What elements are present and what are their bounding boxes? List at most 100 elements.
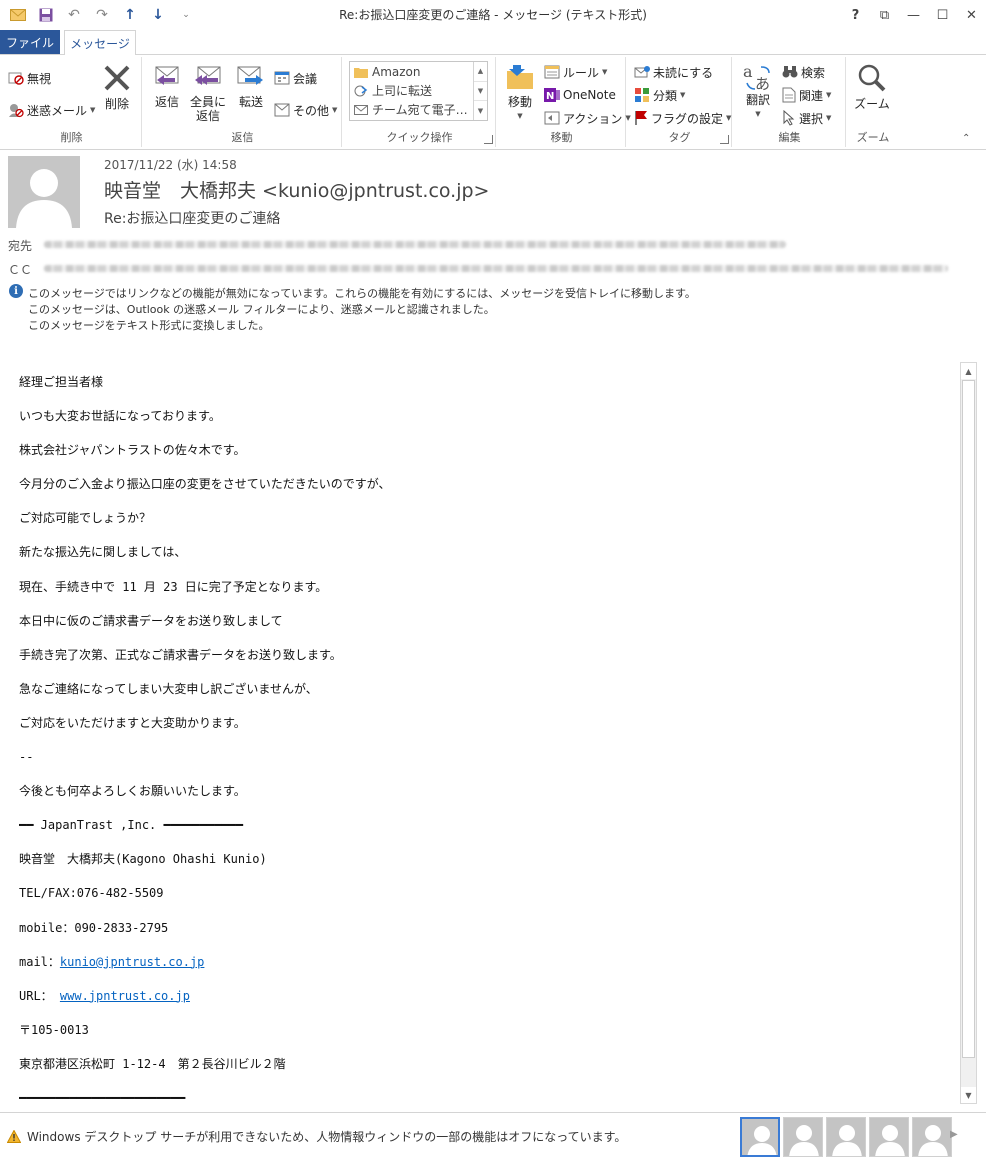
sender-avatar[interactable]: [8, 156, 80, 228]
onenote-button[interactable]: N OneNote: [544, 84, 616, 106]
next-item-icon[interactable]: ↓: [148, 5, 168, 25]
reply-icon: [152, 63, 182, 91]
actions-button[interactable]: アクション ▼: [544, 107, 631, 129]
undo-icon[interactable]: ↶: [64, 5, 84, 25]
message-body: 経理ご担当者様 いつも大変お世話になっております。 株式会社ジャパントラストの佐…: [0, 340, 986, 1112]
quick-steps-up-arrow[interactable]: ▲: [474, 62, 487, 82]
people-pane: [740, 1117, 952, 1157]
quick-step-team-email[interactable]: チーム宛て電子…: [350, 100, 487, 119]
cursor-icon: [782, 110, 796, 126]
meeting-label: 会議: [293, 71, 318, 86]
tags-launcher[interactable]: [720, 135, 729, 144]
onenote-icon: N: [544, 87, 560, 103]
delete-button[interactable]: 削除: [100, 63, 134, 111]
body-address-line: 東京都港区浜松町 1-12-4 第２長谷川ビル２階: [19, 1056, 286, 1071]
categorize-button[interactable]: 分類 ▼: [634, 84, 685, 106]
forward-to-manager-icon: [354, 85, 368, 97]
ribbon-display-options-button[interactable]: ⧉: [870, 0, 899, 30]
tab-message[interactable]: メッセージ: [64, 30, 136, 55]
subject: Re:お振込口座変更のご連絡: [104, 211, 281, 227]
find-label: 検索: [801, 65, 826, 80]
quick-steps-launcher[interactable]: [484, 135, 493, 144]
body-line: いつも大変お世話になっております。: [19, 409, 221, 424]
meeting-button[interactable]: 会議: [274, 67, 317, 89]
title-bar: ↶ ↷ ↑ ↓ ⌄ Re:お振込口座変更のご連絡 - メッセージ (テキスト形式…: [0, 0, 986, 30]
person-avatar[interactable]: [783, 1117, 823, 1157]
related-label: 関連: [799, 88, 824, 103]
reply-all-button[interactable]: 全員に 返信: [188, 63, 228, 123]
categorize-label: 分類: [653, 88, 678, 103]
person-avatar[interactable]: [869, 1117, 909, 1157]
actions-icon: [544, 111, 560, 125]
scroll-up-arrow[interactable]: ▲: [961, 363, 976, 379]
find-button[interactable]: 検索: [782, 61, 825, 83]
maximize-button[interactable]: ☐: [928, 0, 957, 30]
sender[interactable]: 映音堂 大橋邦夫 <kunio@jpntrust.co.jp>: [104, 176, 489, 203]
quick-steps-group-label: クイック操作: [386, 131, 453, 144]
quick-step-forward-boss[interactable]: 上司に転送: [350, 81, 487, 100]
quick-steps-down-arrow[interactable]: ▼: [474, 82, 487, 102]
svg-text:a: a: [743, 62, 753, 81]
select-button[interactable]: 選択 ▼: [782, 107, 831, 129]
meeting-icon: [274, 70, 290, 86]
svg-text:N: N: [546, 91, 554, 102]
follow-up-button[interactable]: フラグの設定 ▼: [634, 107, 731, 129]
more-respond-button[interactable]: その他 ▼: [274, 99, 337, 121]
info-junk-filter: このメッセージは、Outlook の迷惑メール フィルターにより、迷惑メールと認…: [28, 303, 495, 316]
move-group-label: 移動: [550, 131, 573, 144]
quick-steps-more-arrow[interactable]: ▼: [474, 101, 487, 120]
customize-qat-icon[interactable]: ⌄: [176, 5, 196, 25]
person-avatar[interactable]: [912, 1117, 952, 1157]
translate-button[interactable]: aあ 翻訳 ▼: [738, 61, 778, 121]
help-button[interactable]: ?: [841, 0, 870, 30]
save-icon[interactable]: [36, 5, 56, 25]
rules-icon: [544, 65, 560, 79]
dropdown-arrow-icon: ▼: [826, 114, 832, 122]
redo-icon[interactable]: ↷: [92, 5, 112, 25]
body-url-line: URL： www.jpntrust.co.jp: [19, 988, 949, 1022]
delete-group: 無視 迷惑メール ▼ 削除 削除: [2, 57, 142, 147]
body-line: 株式会社ジャパントラストの佐々木です。: [19, 443, 246, 458]
info-links-disabled[interactable]: このメッセージではリンクなどの機能が無効になっています。これらの機能を有効にする…: [28, 285, 696, 301]
ignore-label: 無視: [27, 71, 52, 86]
body-scrollbar[interactable]: ▲ ▼: [960, 362, 977, 1104]
scroll-thumb[interactable]: [962, 380, 975, 1058]
email-link[interactable]: kunio@jpntrust.co.jp: [60, 955, 205, 969]
dropdown-arrow-icon: ▼: [517, 112, 523, 120]
quick-step-amazon[interactable]: Amazon: [350, 62, 487, 81]
zoom-button[interactable]: ズーム: [852, 63, 892, 111]
mark-unread-label: 未読にする: [653, 65, 714, 80]
actions-label: アクション: [563, 111, 623, 126]
website-link[interactable]: www.jpntrust.co.jp: [60, 989, 190, 1003]
junk-button[interactable]: 迷惑メール ▼: [8, 99, 95, 121]
minimize-button[interactable]: —: [899, 0, 928, 30]
ignore-button[interactable]: 無視: [8, 67, 51, 89]
zoom-group-label: ズーム: [856, 131, 890, 144]
related-button[interactable]: 関連 ▼: [782, 84, 831, 106]
url-label: URL：: [19, 988, 60, 1003]
folder-icon: [354, 66, 368, 78]
flag-icon: [634, 110, 648, 126]
reply-button[interactable]: 返信: [150, 63, 184, 109]
body-line: 現在、手続き中で 11 月 23 日に完了予定となります。: [19, 579, 328, 594]
rules-button[interactable]: ルール ▼: [544, 61, 607, 83]
edit-group-label: 編集: [778, 131, 801, 144]
people-pane-expand-icon[interactable]: ▶: [950, 1129, 958, 1140]
tab-file[interactable]: ファイル: [0, 30, 60, 54]
scroll-down-arrow[interactable]: ▼: [961, 1087, 976, 1103]
previous-item-icon[interactable]: ↑: [120, 5, 140, 25]
quick-access-toolbar: ↶ ↷ ↑ ↓ ⌄: [0, 0, 196, 30]
rules-label: ルール: [563, 65, 600, 80]
collapse-ribbon-icon[interactable]: ⌃: [962, 133, 970, 144]
follow-up-label: フラグの設定: [651, 111, 724, 126]
person-avatar[interactable]: [826, 1117, 866, 1157]
junk-label: 迷惑メール: [27, 103, 88, 118]
mark-unread-button[interactable]: 未読にする: [634, 61, 713, 83]
dropdown-arrow-icon: ▼: [726, 114, 732, 122]
person-avatar[interactable]: [740, 1117, 780, 1157]
forward-button[interactable]: 転送: [234, 63, 268, 109]
more-respond-icon: [274, 103, 290, 117]
team-email-icon: [354, 104, 368, 116]
move-button[interactable]: 移動 ▼: [502, 63, 538, 123]
close-button[interactable]: ✕: [957, 0, 986, 30]
